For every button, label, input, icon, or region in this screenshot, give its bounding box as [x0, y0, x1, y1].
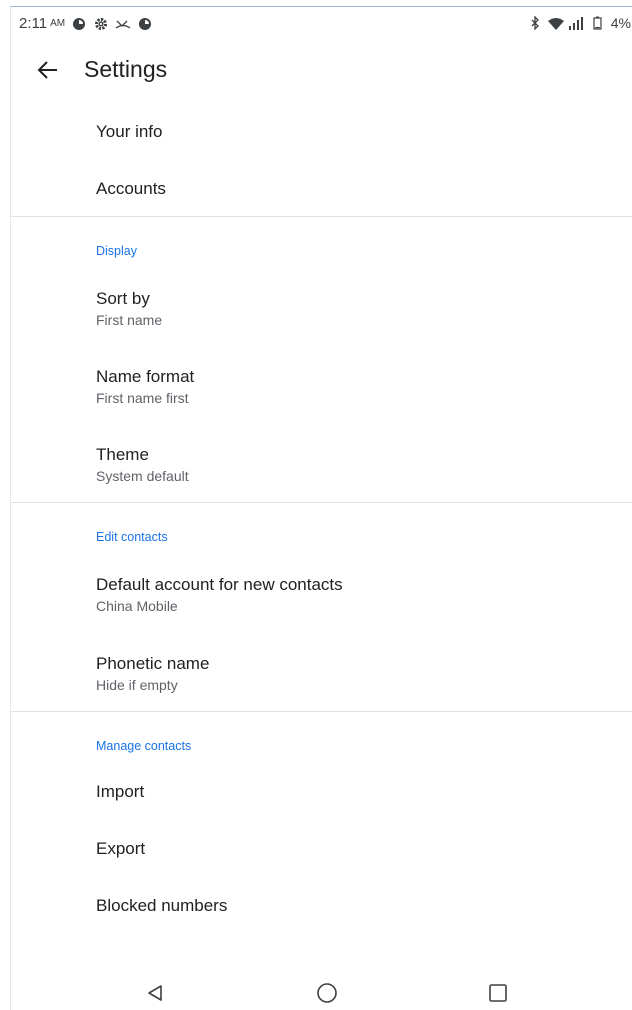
battery-percent: 4%	[610, 15, 631, 31]
your-info-label: Your info	[96, 122, 163, 141]
accounts-label: Accounts	[96, 179, 166, 198]
back-button[interactable]	[33, 55, 63, 85]
name-format-value: First name first	[96, 390, 189, 406]
import-label: Import	[96, 782, 145, 801]
export-item[interactable]: Export	[11, 822, 632, 872]
phonetic-name-item[interactable]: Phonetic name Hide if empty	[11, 644, 632, 712]
divider	[11, 711, 632, 712]
sort-by-label: Sort by	[96, 289, 150, 308]
status-right: 4%	[527, 15, 631, 31]
app-bar: Settings	[11, 41, 632, 97]
name-format-item[interactable]: Name format First name first	[11, 357, 632, 425]
bluetooth-icon	[527, 15, 543, 31]
back-triangle-icon	[148, 985, 162, 1001]
blocked-numbers-item[interactable]: Blocked numbers	[11, 879, 632, 929]
section-header-manage-contacts: Manage contacts	[96, 739, 192, 753]
page-title: Settings	[84, 56, 168, 82]
arrow-left-icon	[37, 61, 57, 79]
app-circle-icon	[137, 16, 153, 32]
your-info-item[interactable]: Your info	[11, 105, 632, 155]
signal-icon	[568, 15, 585, 31]
nav-back-button[interactable]	[137, 979, 173, 1007]
phonetic-name-value: Hide if empty	[96, 677, 178, 693]
theme-label: Theme	[96, 445, 149, 464]
nav-home-button[interactable]	[309, 979, 345, 1007]
status-left: 2:11 AM	[19, 15, 153, 32]
blocked-numbers-label: Blocked numbers	[96, 896, 228, 915]
nav-recents-button[interactable]	[480, 979, 516, 1007]
theme-value: System default	[96, 468, 189, 484]
import-item[interactable]: Import	[11, 765, 632, 815]
wifi-icon	[547, 15, 564, 31]
status-ampm: AM	[50, 18, 66, 29]
section-header-display: Display	[96, 244, 137, 258]
default-account-label: Default account for new contacts	[96, 575, 343, 594]
gear-icon	[93, 16, 109, 32]
section-header-edit-contacts: Edit contacts	[96, 530, 168, 544]
divider	[11, 502, 632, 503]
app-circle-icon	[71, 16, 87, 32]
name-format-label: Name format	[96, 367, 195, 386]
status-time: 2:11	[19, 15, 48, 32]
missed-call-icon	[115, 16, 131, 32]
phonetic-name-label: Phonetic name	[96, 654, 210, 673]
navigation-bar	[11, 975, 632, 1010]
sort-by-value: First name	[96, 312, 163, 328]
home-circle-icon	[317, 983, 337, 1003]
recents-square-icon	[489, 984, 507, 1002]
accounts-item[interactable]: Accounts	[11, 162, 632, 212]
sort-by-item[interactable]: Sort by First name	[11, 279, 632, 347]
screen: 2:11 AM 4% Settings Your info Accounts D…	[10, 6, 632, 1010]
export-label: Export	[96, 839, 146, 858]
theme-item[interactable]: Theme System default	[11, 435, 632, 503]
battery-icon	[590, 15, 606, 31]
default-account-item[interactable]: Default account for new contacts China M…	[11, 565, 632, 633]
default-account-value: China Mobile	[96, 598, 178, 614]
status-bar: 2:11 AM 4%	[11, 7, 632, 41]
divider	[11, 216, 632, 217]
